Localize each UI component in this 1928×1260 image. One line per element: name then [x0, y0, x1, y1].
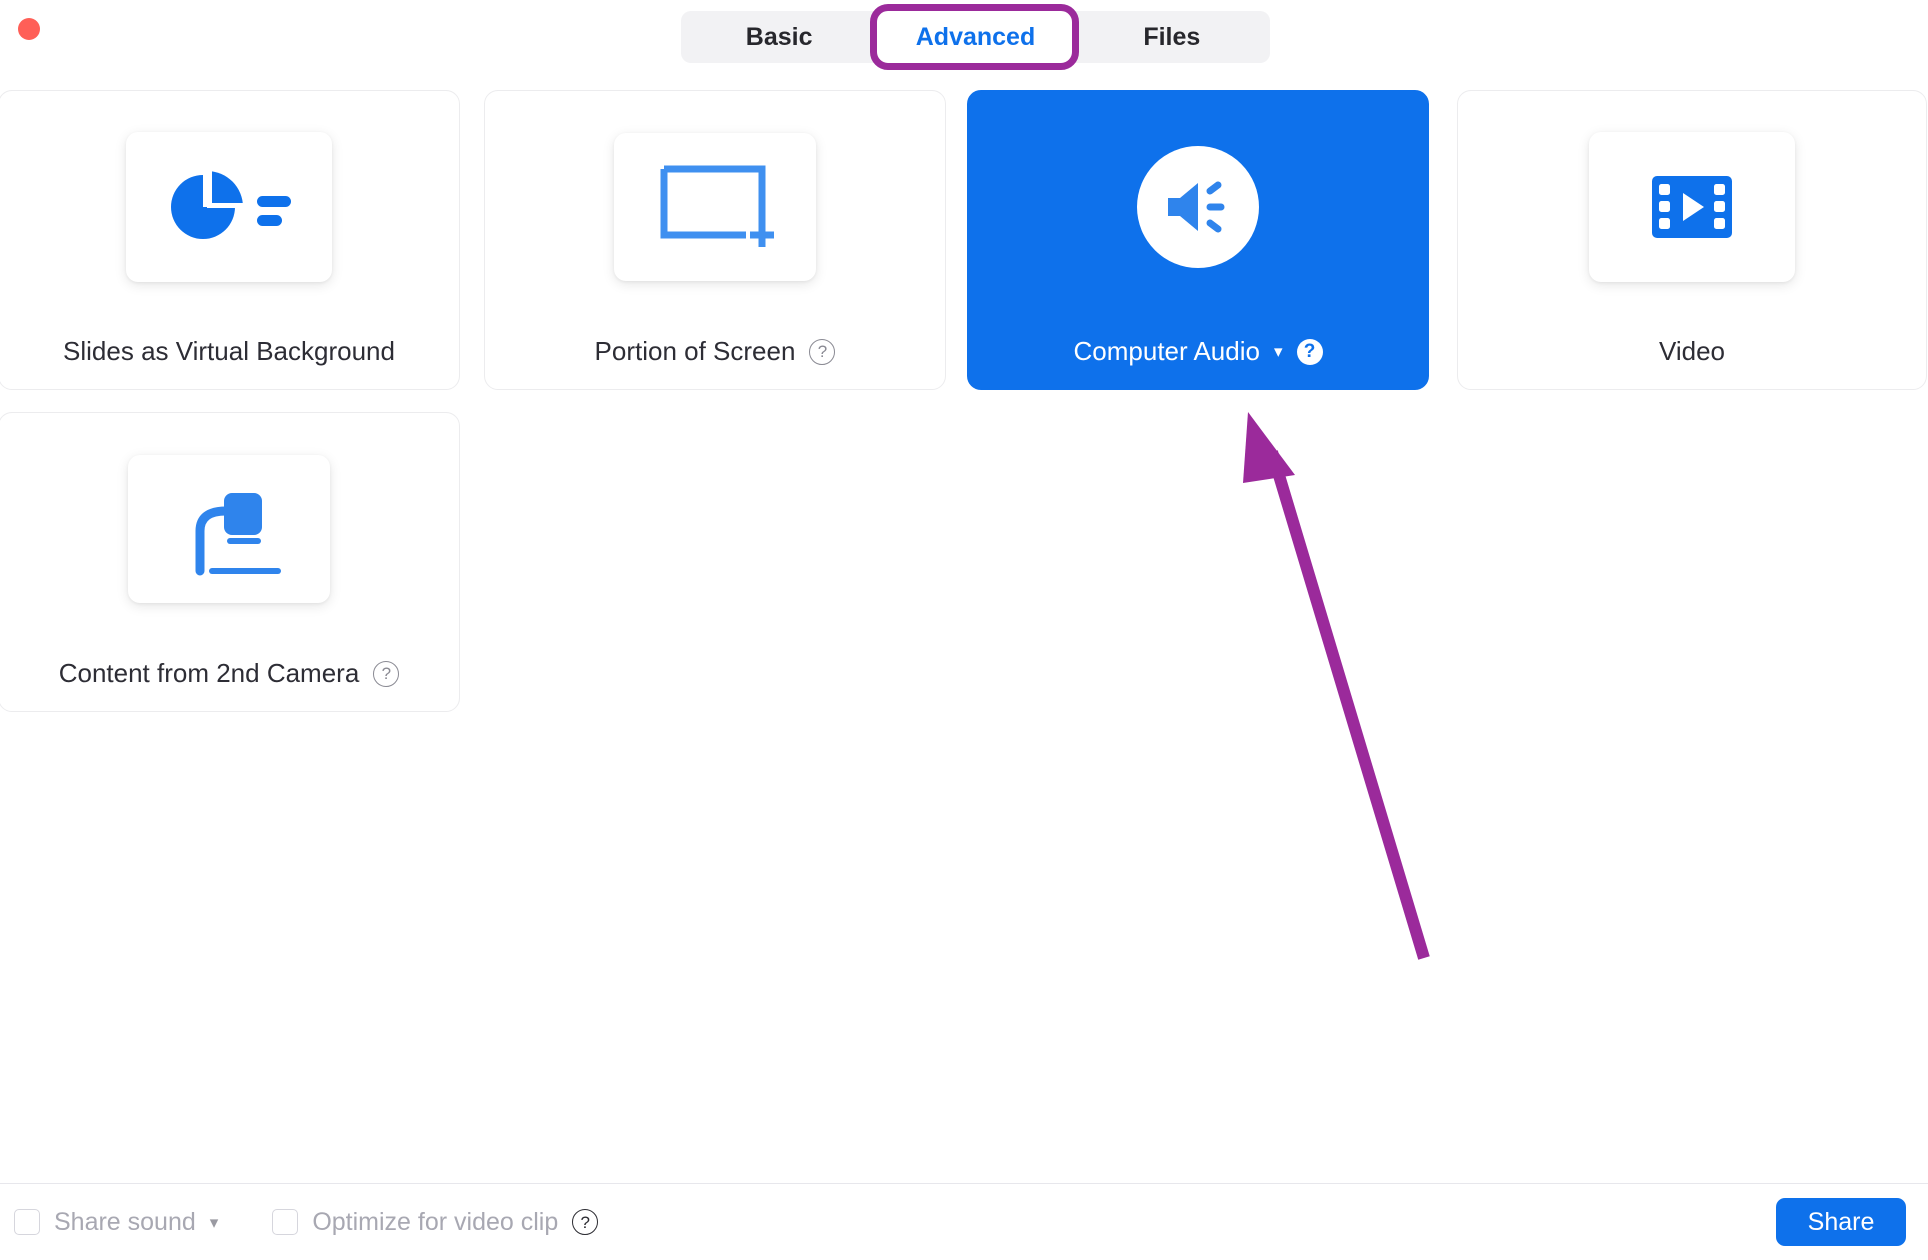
card-label-row: Video — [1458, 336, 1926, 367]
film-play-icon — [1652, 176, 1732, 238]
help-icon[interactable]: ? — [373, 660, 400, 687]
close-window-button[interactable] — [18, 18, 40, 40]
tab-bar: Basic Advanced Files — [681, 11, 1270, 63]
tab-basic[interactable]: Basic — [681, 11, 877, 63]
card-label-row: Portion of Screen ? — [485, 336, 945, 367]
help-icon[interactable]: ? — [809, 338, 836, 365]
tab-advanced-label: Advanced — [915, 22, 1036, 51]
card-label-row: Content from 2nd Camera ? — [0, 658, 459, 689]
card-icon-area — [0, 123, 459, 291]
chevron-down-icon[interactable]: ▾ — [1274, 343, 1283, 360]
share-sound-option[interactable]: Share sound ▾ — [14, 1208, 218, 1237]
share-option-computer-audio[interactable]: Computer Audio ▾ ? — [967, 90, 1429, 390]
icon-tile — [614, 133, 816, 281]
screen-region-icon — [660, 165, 774, 247]
card-label: Video — [1658, 336, 1726, 366]
tab-basic-label: Basic — [745, 22, 813, 51]
icon-tile — [128, 455, 330, 603]
card-label: Slides as Virtual Background — [63, 336, 395, 366]
card-icon-area — [0, 445, 459, 613]
share-option-slides-as-virtual-background[interactable]: Slides as Virtual Background — [0, 90, 460, 390]
optimize-video-checkbox[interactable] — [272, 1209, 299, 1235]
tab-advanced[interactable]: Advanced — [877, 11, 1074, 63]
footer-bar: Share sound ▾ Optimize for video clip ? … — [0, 1184, 1928, 1260]
optimize-video-label: Optimize for video clip — [312, 1207, 559, 1236]
tab-files[interactable]: Files — [1074, 11, 1270, 63]
card-icon-area — [1458, 123, 1926, 291]
icon-tile — [1589, 132, 1795, 282]
card-icon-area — [968, 123, 1428, 291]
share-sound-label: Share sound — [54, 1207, 196, 1236]
title-bar: Basic Advanced Files — [0, 0, 1928, 70]
document-camera-icon — [195, 493, 281, 576]
help-icon[interactable]: ? — [1296, 338, 1323, 365]
pie-chart-icon — [171, 168, 291, 239]
chevron-down-icon[interactable]: ▾ — [210, 1214, 219, 1231]
share-option-content-from-2nd-camera[interactable]: Content from 2nd Camera ? — [0, 412, 460, 712]
share-screen-dialog: Basic Advanced Files Slides as Virtual B… — [0, 0, 1928, 1260]
card-label-row: Computer Audio ▾ ? — [968, 336, 1428, 367]
card-label: Portion of Screen — [594, 336, 796, 366]
card-icon-area — [485, 123, 945, 291]
speaker-icon — [1168, 181, 1225, 233]
help-icon[interactable]: ? — [572, 1209, 599, 1235]
share-option-video[interactable]: Video — [1457, 90, 1927, 390]
icon-tile — [126, 132, 332, 282]
card-label: Content from 2nd Camera — [58, 658, 360, 688]
card-label: Computer Audio — [1073, 336, 1260, 366]
share-option-portion-of-screen[interactable]: Portion of Screen ? — [484, 90, 946, 390]
icon-circle — [1137, 146, 1259, 268]
tab-files-label: Files — [1143, 22, 1201, 51]
optimize-video-option[interactable]: Optimize for video clip ? — [272, 1207, 599, 1237]
share-sound-checkbox[interactable] — [14, 1209, 40, 1235]
share-button[interactable]: Share — [1776, 1198, 1906, 1246]
footer-options: Share sound ▾ Optimize for video clip ? — [14, 1184, 599, 1260]
card-label-row: Slides as Virtual Background — [0, 336, 459, 367]
